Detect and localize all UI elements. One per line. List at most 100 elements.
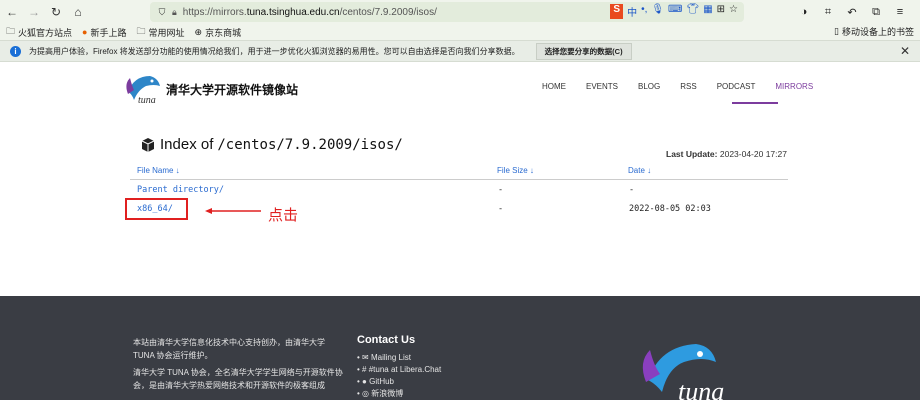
- extensions-icon[interactable]: ⧉: [866, 2, 886, 22]
- tuna-logo-icon[interactable]: tuna: [124, 72, 164, 106]
- globe-icon: ⊕: [194, 26, 203, 37]
- last-update: Last Update: 2023-04-20 17:27: [666, 149, 787, 159]
- weibo-icon: ◎: [362, 389, 370, 398]
- keyboard-icon[interactable]: ⌨: [668, 4, 682, 19]
- menu-rss[interactable]: RSS: [680, 82, 696, 91]
- footer-about-1: 本站由清华大学信息化技术中心支持创办，由清华大学 TUNA 协会运行维护。: [133, 338, 325, 360]
- notification-text: 为提高用户体验，Firefox 将发送部分功能的使用情况给我们，用于进一步优化火…: [29, 46, 520, 56]
- url-prefix: https://mirrors.: [182, 6, 247, 18]
- file-size: -: [498, 185, 504, 195]
- click-annotation: 点击: [268, 206, 299, 224]
- mail-icon: ✉: [362, 353, 369, 362]
- col-date[interactable]: Date ↓: [628, 166, 651, 175]
- choose-data-button[interactable]: 选择您要分享的数据(C): [535, 42, 632, 60]
- menu-mirrors[interactable]: MIRRORS: [775, 82, 813, 91]
- parent-directory-link[interactable]: Parent directory/: [137, 185, 224, 195]
- bookmark-label: 火狐官方站点: [18, 27, 73, 38]
- contact-github[interactable]: ● GitHub: [357, 376, 441, 388]
- logo-text: tuna: [138, 95, 156, 106]
- url-text[interactable]: https://mirrors.tuna.tsinghua.edu.cn/cen…: [183, 7, 437, 18]
- footer-logo-text: tuna: [678, 377, 724, 400]
- table-header: File Name ↓ File Size ↓ Date ↓: [130, 160, 788, 180]
- contrast-icon[interactable]: ◑: [794, 2, 814, 22]
- close-icon[interactable]: ✕: [900, 44, 910, 58]
- back-icon[interactable]: ←: [2, 2, 22, 22]
- table-row: Parent directory/ - -: [130, 180, 788, 199]
- contact-label: 新浪微博: [371, 389, 404, 398]
- bookmark-newbie[interactable]: ● 新手上路: [82, 26, 126, 39]
- arrow-left-icon: [205, 208, 261, 214]
- folder-icon: 🗀: [6, 26, 16, 36]
- bookmarks-bar: 🗀 火狐官方站点 ● 新手上路 🗀 常用网址 ⊕ 京东商城 ▯ 移动设备上的书签: [0, 24, 920, 40]
- menu-active-underline: [732, 102, 778, 104]
- mobile-icon: ▯: [834, 26, 839, 36]
- ime-chinese-icon[interactable]: 中: [627, 4, 637, 19]
- browser-toolbar: ← → ↻ ⌂ ⛉ 🔒︎ https://mirrors.tuna.tsingh…: [0, 0, 920, 24]
- url-domain: tuna.tsinghua.edu.cn: [246, 6, 340, 18]
- microphone-icon[interactable]: 🎙︎: [651, 4, 664, 19]
- file-size: -: [498, 204, 504, 214]
- menu-home[interactable]: HOME: [542, 82, 566, 91]
- firefox-icon: ●: [82, 27, 88, 37]
- bookmark-common[interactable]: 🗀 常用网址: [136, 24, 184, 40]
- menu-events[interactable]: EVENTS: [586, 82, 618, 91]
- site-footer: 本站由清华大学信息化技术中心支持创办，由清华大学 TUNA 协会运行维护。 清华…: [0, 296, 920, 400]
- bookmark-label: 京东商城: [205, 27, 242, 38]
- url-bar[interactable]: ⛉ 🔒︎ https://mirrors.tuna.tsinghua.edu.c…: [150, 2, 744, 22]
- site-header: tuna 清华大学开源软件镜像站 HOME EVENTS BLOG RSS PO…: [0, 62, 920, 112]
- file-date: -: [629, 185, 635, 195]
- bookmark-label: 常用网址: [148, 27, 185, 38]
- contact-title: Contact Us: [357, 334, 416, 346]
- right-tools: ◑ ⌗ ↶ ⧉ ≡: [794, 2, 910, 22]
- folder-icon: 🗀: [136, 26, 146, 36]
- contact-irc[interactable]: # #tuna at Libera.Chat: [357, 364, 441, 376]
- menu-blog[interactable]: BLOG: [638, 82, 660, 91]
- grid-icon[interactable]: ▦: [703, 4, 712, 19]
- footer-about-2: 清华大学 TUNA 协会，全名清华大学学生网络与开源软件协会，是由清华大学热爱网…: [133, 368, 343, 390]
- main-menu: HOME EVENTS BLOG RSS PODCAST MIRRORS: [542, 82, 833, 91]
- site-title[interactable]: 清华大学开源软件镜像站: [166, 81, 298, 98]
- index-path: /centos/7.9.2009/isos/: [217, 136, 403, 153]
- page-title: Index of /centos/7.9.2009/isos/: [140, 136, 403, 153]
- reload-icon[interactable]: ↻: [46, 2, 66, 22]
- crop-icon[interactable]: ⌗: [818, 2, 838, 22]
- last-update-label: Last Update:: [666, 149, 718, 159]
- file-date: 2022-08-05 02:03: [629, 204, 711, 214]
- qr-icon[interactable]: ⊞: [717, 4, 725, 19]
- bookmark-jd[interactable]: ⊕ 京东商城: [195, 26, 242, 39]
- punctuation-icon[interactable]: •,: [641, 4, 647, 19]
- shield-icon[interactable]: ⛉: [152, 2, 172, 22]
- bookmark-firefox[interactable]: 🗀 火狐官方站点: [6, 24, 72, 40]
- bookmark-star-icon[interactable]: ☆: [729, 4, 738, 19]
- hash-icon: #: [362, 365, 367, 374]
- mobile-bookmarks[interactable]: ▯ 移动设备上的书签: [834, 25, 914, 38]
- info-icon: i: [10, 45, 21, 57]
- last-update-value: 2023-04-20 17:27: [719, 149, 787, 159]
- package-icon: [141, 137, 155, 152]
- url-extension-icons: S 中 •, 🎙︎ ⌨ 👕︎ ▦ ⊞ ☆: [610, 4, 738, 19]
- menu-icon[interactable]: ≡: [890, 2, 910, 22]
- col-file-name[interactable]: File Name ↓: [137, 166, 180, 175]
- contact-list: ✉ Mailing List # #tuna at Libera.Chat ● …: [357, 352, 441, 400]
- url-path: /centos/7.9.2009/isos/: [339, 6, 437, 18]
- home-icon[interactable]: ⌂: [68, 2, 88, 22]
- github-icon: ●: [362, 377, 367, 386]
- sogou-icon[interactable]: S: [610, 4, 624, 19]
- skin-icon[interactable]: 👕︎: [686, 4, 699, 19]
- lock-icon[interactable]: 🔒︎: [172, 7, 177, 18]
- col-file-size[interactable]: File Size ↓: [497, 166, 534, 175]
- contact-label: Mailing List: [370, 353, 411, 362]
- mobile-bookmarks-label: 移动设备上的书签: [841, 27, 914, 37]
- menu-podcast[interactable]: PODCAST: [717, 82, 756, 91]
- undo-icon[interactable]: ↶: [842, 2, 862, 22]
- bookmark-label: 新手上路: [90, 27, 127, 38]
- contact-mailing-list[interactable]: ✉ Mailing List: [357, 352, 441, 364]
- footer-tuna-logo-icon: tuna: [642, 344, 724, 400]
- highlight-box: [125, 198, 188, 220]
- contact-label: GitHub: [369, 377, 395, 386]
- contact-label: #tuna at Libera.Chat: [368, 365, 442, 374]
- index-title-text: Index of: [160, 136, 214, 153]
- notification-bar: i 为提高用户体验，Firefox 将发送部分功能的使用情况给我们，用于进一步优…: [0, 40, 920, 62]
- forward-icon[interactable]: →: [24, 2, 44, 22]
- contact-weibo[interactable]: ◎ 新浪微博: [357, 388, 441, 400]
